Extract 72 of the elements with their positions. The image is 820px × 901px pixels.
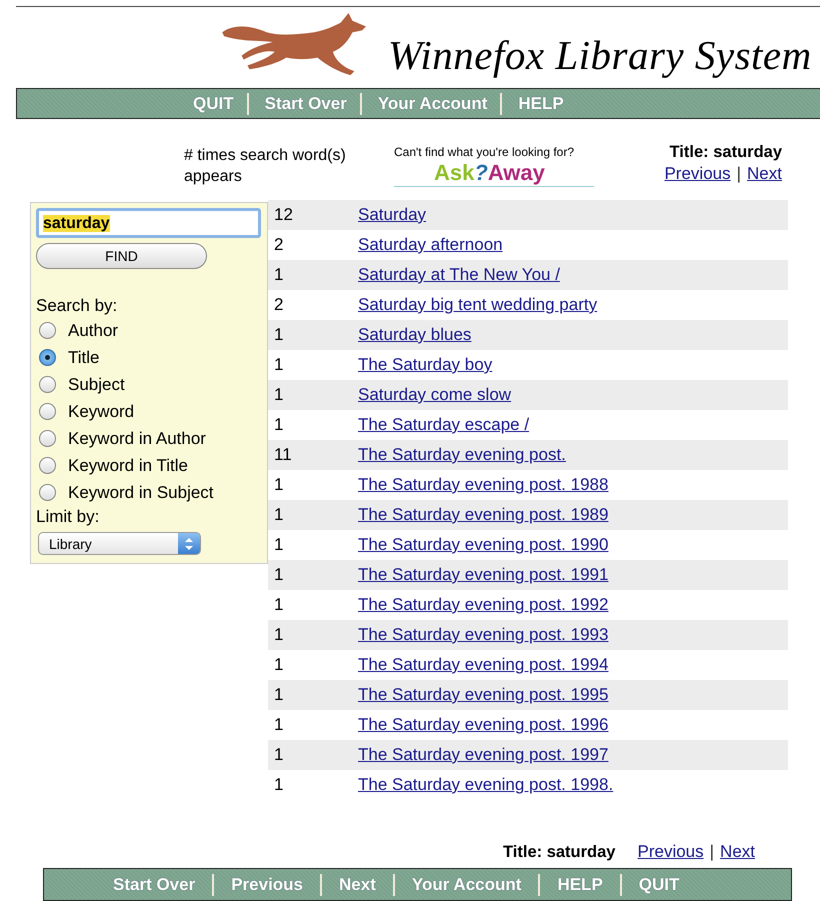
find-button[interactable]: FIND — [36, 243, 207, 269]
previous-link[interactable]: Previous — [637, 842, 704, 861]
title-link[interactable]: The Saturday evening post. 1990 — [358, 535, 608, 554]
separator: | — [736, 164, 742, 183]
title-link[interactable]: The Saturday evening post. 1996 — [358, 715, 608, 734]
count-cell-text: 11 — [273, 445, 293, 465]
title-link[interactable]: Saturday at The New You / — [358, 265, 560, 284]
ask-away-logo[interactable]: Ask?Away — [434, 161, 574, 185]
radio-button[interactable] — [39, 430, 56, 447]
title-link[interactable]: The Saturday evening post. 1995 — [358, 685, 608, 704]
count-cell-text: 2 — [273, 295, 284, 315]
title-link[interactable]: The Saturday evening post. 1991 — [358, 565, 608, 584]
title-link[interactable]: Saturday big tent wedding party — [358, 295, 598, 314]
title-link[interactable]: The Saturday evening post. 1988 — [358, 475, 608, 494]
count-cell-text: 1 — [273, 595, 284, 615]
ask-prompt: Can't find what you're looking for? — [394, 145, 576, 159]
title-link[interactable]: The Saturday evening post. 1997 — [358, 745, 608, 764]
title-link[interactable]: The Saturday evening post. 1994 — [358, 655, 608, 674]
title-link[interactable]: The Saturday evening post. 1998. — [358, 775, 614, 794]
title-link[interactable]: Saturday — [358, 205, 426, 224]
limit-by-label: Limit by: — [36, 506, 100, 528]
search-by-label: Search by: — [36, 295, 118, 317]
next-link[interactable]: Next — [747, 164, 782, 183]
title-link[interactable]: The Saturday evening post. 1992 — [358, 595, 608, 614]
stepper-icon — [178, 533, 200, 554]
radio-label[interactable]: Keyword in Author — [68, 428, 206, 448]
search-field[interactable]: saturday — [36, 208, 261, 238]
count-cell-text: 1 — [273, 385, 284, 405]
radio-button[interactable] — [39, 376, 56, 393]
count-cell-text: 1 — [273, 715, 284, 735]
title-link[interactable]: The Saturday evening post. — [358, 445, 566, 464]
title-link[interactable]: The Saturday evening post. 1993 — [358, 625, 608, 644]
count-cell-text: 1 — [273, 685, 284, 705]
site-title: Winnefox Library System — [388, 31, 812, 79]
count-cell-text: 12 — [273, 205, 294, 225]
count-cell-text: 1 — [273, 355, 284, 375]
title-link[interactable]: The Saturday evening post. 1989 — [358, 505, 608, 524]
previous-link[interactable]: Previous — [664, 164, 731, 183]
radio-button[interactable] — [39, 403, 56, 420]
separator: | — [710, 842, 714, 861]
radio-label[interactable]: Subject — [68, 374, 125, 394]
count-cell-text: 1 — [273, 775, 284, 795]
count-cell-text: 1 — [273, 745, 284, 765]
next-link[interactable]: Next — [720, 842, 756, 861]
title-link[interactable]: Saturday blues — [358, 325, 472, 344]
radio-label[interactable]: Author — [68, 320, 118, 340]
count-cell-text: 1 — [273, 535, 284, 555]
column-heading: # times search word(s) appears — [184, 146, 347, 187]
radio-button[interactable] — [39, 484, 56, 501]
count-cell-text: 1 — [273, 265, 284, 285]
count-cell-text: 1 — [273, 505, 284, 525]
count-cell-text: 1 — [273, 565, 284, 585]
radio-label[interactable]: Title — [68, 348, 100, 368]
title-link[interactable]: Saturday come slow — [358, 385, 512, 404]
search-title: Title: saturday — [503, 843, 616, 862]
radio-button[interactable] — [39, 322, 56, 339]
count-cell-text: 1 — [273, 325, 284, 345]
count-cell-text: 1 — [273, 625, 284, 645]
title-link[interactable]: Saturday afternoon — [358, 235, 503, 254]
count-cell-text: 1 — [273, 415, 284, 435]
radio-label[interactable]: Keyword in Title — [68, 456, 188, 476]
count-cell-text: 1 — [273, 475, 284, 495]
count-cell-text: 2 — [273, 235, 284, 255]
library-dropdown[interactable]: Library — [38, 532, 201, 555]
search-title: Title: saturday — [670, 143, 782, 162]
count-cell-text: 1 — [273, 655, 284, 675]
radio-button[interactable] — [39, 457, 56, 474]
radio-label[interactable]: Keyword — [68, 402, 134, 422]
radio-button[interactable] — [39, 349, 56, 366]
radio-label[interactable]: Keyword in Subject — [68, 482, 214, 502]
title-link[interactable]: The Saturday escape / — [358, 415, 530, 434]
title-link[interactable]: The Saturday boy — [358, 355, 492, 374]
